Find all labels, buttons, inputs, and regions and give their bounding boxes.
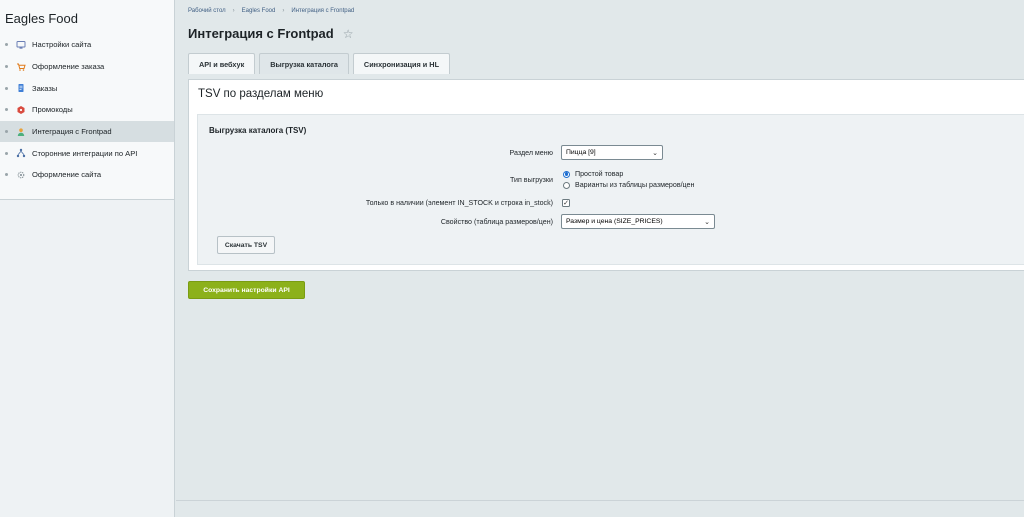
property-label: Свойство (таблица размеров/цен)	[440, 218, 553, 226]
monitor-icon	[16, 40, 26, 50]
document-icon	[16, 83, 26, 93]
sidebar-item-label: Заказы	[32, 83, 58, 93]
menu-section-label: Раздел меню	[509, 149, 553, 157]
page-title-row: Интеграция с Frontpad ☆	[188, 26, 354, 41]
bullet-icon	[5, 173, 8, 177]
sidebar-item-site-design[interactable]: Оформление сайта	[0, 164, 174, 186]
in-stock-checkbox[interactable]: ✓	[562, 199, 570, 207]
section-title: Выгрузка каталога (TSV)	[209, 126, 307, 135]
bullet-icon	[5, 108, 8, 112]
property-select[interactable]: Размер и цена (SIZE_PRICES) ⌄	[561, 214, 715, 229]
person-icon	[16, 127, 26, 137]
site-title[interactable]: Eagles Food	[5, 11, 78, 26]
sidebar-item-label: Оформление заказа	[32, 62, 105, 72]
menu-section-select[interactable]: Пицца [9] ⌄	[561, 145, 663, 160]
breadcrumb-item-site[interactable]: Eagles Food	[242, 8, 276, 14]
page-title: Интеграция с Frontpad	[188, 26, 334, 41]
tab-api-webhook[interactable]: API и вебхук	[188, 53, 256, 74]
breadcrumb-item-desktop[interactable]: Рабочий стол	[188, 8, 226, 14]
radio-label: Простой товар	[575, 170, 624, 178]
tag-icon	[16, 105, 26, 115]
export-form: Выгрузка каталога (TSV) Раздел меню Пицц…	[197, 114, 1024, 265]
breadcrumb-item-current[interactable]: Интеграция с Frontpad	[291, 8, 354, 14]
sidebar-panel: Eagles Food Настройки сайта Оформление з…	[0, 0, 174, 200]
sidebar-item-checkout[interactable]: Оформление заказа	[0, 56, 174, 78]
bullet-icon	[5, 151, 8, 155]
radio-label: Варианты из таблицы размеров/цен	[575, 181, 695, 189]
sidebar-item-site-settings[interactable]: Настройки сайта	[0, 34, 174, 56]
footer	[176, 500, 1024, 517]
sidebar-item-label: Сторонние интеграции по API	[32, 148, 138, 158]
property-value: Размер и цена (SIZE_PRICES)	[566, 218, 663, 225]
panel-title: TSV по разделам меню	[198, 88, 324, 100]
gear-icon	[16, 170, 26, 180]
sidebar-item-frontpad[interactable]: Интеграция с Frontpad	[0, 120, 174, 143]
sidebar-item-promocodes[interactable]: Промокоды	[0, 99, 174, 121]
sidebar-item-label: Интеграция с Frontpad	[32, 127, 112, 137]
export-type-label: Тип выгрузки	[510, 176, 553, 184]
star-icon[interactable]: ☆	[343, 27, 354, 41]
export-panel: TSV по разделам меню Выгрузка каталога (…	[188, 79, 1024, 271]
sidebar: Eagles Food Настройки сайта Оформление з…	[0, 0, 175, 517]
bullet-icon	[5, 43, 8, 47]
sidebar-item-api-integrations[interactable]: Сторонние интеграции по API	[0, 142, 174, 164]
checkmark-icon: ✓	[563, 199, 569, 207]
chevron-down-icon: ⌄	[652, 150, 658, 157]
radio-button[interactable]	[563, 181, 570, 189]
chevron-right-icon: ›	[282, 8, 285, 14]
tabs: API и вебхук Выгрузка каталога Синхрониз…	[188, 53, 454, 74]
chevron-right-icon: ›	[232, 8, 235, 14]
bullet-icon	[5, 86, 8, 90]
tab-catalog-export[interactable]: Выгрузка каталога	[259, 53, 349, 74]
chevron-down-icon: ⌄	[704, 219, 710, 226]
radio-size-variants[interactable]: Варианты из таблицы размеров/цен	[563, 181, 694, 189]
sidebar-item-label: Оформление сайта	[32, 170, 102, 180]
radio-button[interactable]	[563, 170, 570, 178]
sidebar-item-orders[interactable]: Заказы	[0, 77, 174, 99]
download-tsv-button[interactable]: Скачать TSV	[217, 236, 275, 254]
main-content: Рабочий стол › Eagles Food › Интеграция …	[176, 0, 1024, 517]
sidebar-item-label: Настройки сайта	[32, 40, 92, 50]
radio-simple-product[interactable]: Простой товар	[563, 170, 623, 178]
network-icon	[16, 148, 26, 158]
bullet-icon	[5, 130, 8, 134]
sidebar-menu: Настройки сайта Оформление заказа Заказы…	[0, 34, 174, 186]
breadcrumb: Рабочий стол › Eagles Food › Интеграция …	[188, 8, 354, 14]
cart-icon	[16, 62, 26, 72]
menu-section-value: Пицца [9]	[566, 149, 596, 156]
tab-sync-hl[interactable]: Синхронизация и HL	[352, 53, 451, 74]
save-api-settings-button[interactable]: Сохранить настройки API	[188, 281, 305, 299]
bullet-icon	[5, 65, 8, 69]
in-stock-label: Только в наличии (элемент IN_STOCK и стр…	[365, 199, 553, 207]
sidebar-item-label: Промокоды	[32, 105, 73, 115]
